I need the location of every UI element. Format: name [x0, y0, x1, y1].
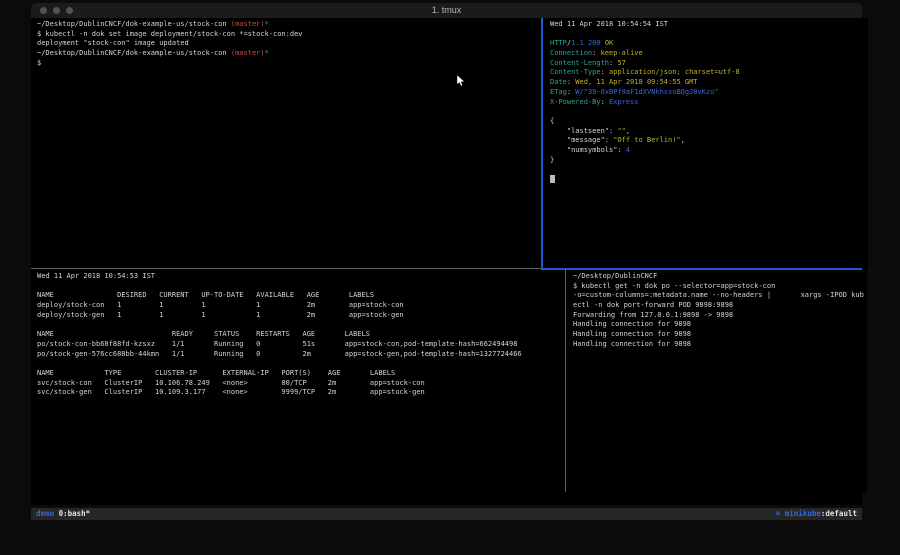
- terminal-line: deployment "stock-con" image updated: [37, 39, 546, 49]
- tmux-content: ~/Desktop/DublinCNCF/dok-example-us/stoc…: [31, 18, 862, 493]
- terminal-line: Connection: keep-alive: [550, 49, 868, 59]
- terminal-line: {: [550, 117, 868, 127]
- pane-bottom-right-port-forward[interactable]: ~/Desktop/DublinCNCF$ kubectl get -n dok…: [567, 270, 867, 493]
- terminal-line: Forwarding from 127.0.0.1:9898 -> 9898: [573, 311, 867, 321]
- terminal-line: X-Powered-By: Express: [550, 98, 868, 108]
- terminal-line: po/stock-con-bb68f88fd-kzsxz 1/1 Running…: [37, 340, 570, 350]
- terminal-line: [550, 165, 868, 175]
- minimize-button[interactable]: [53, 7, 60, 14]
- terminal-line: [550, 175, 868, 185]
- window-tab-bash[interactable]: 0:bash*: [54, 509, 90, 518]
- tmux-status-bar: demo 0:bash* ☸ minikube:default: [31, 508, 862, 520]
- terminal-line: }: [550, 156, 868, 166]
- terminal-line: NAME READY STATUS RESTARTS AGE LABELS: [37, 330, 570, 340]
- terminal-window: 1. tmux ~/Desktop/DublinCNCF/dok-example…: [31, 3, 862, 505]
- terminal-line: [37, 320, 570, 330]
- terminal-line: "lastseen": "",: [550, 127, 868, 137]
- terminal-line: "numsymbols": 4: [550, 146, 868, 156]
- terminal-line: ectl -n dok port-forward POD 9898:9898: [573, 301, 867, 311]
- terminal-line: [550, 30, 868, 40]
- terminal-line: svc/stock-con ClusterIP 10.106.78.249 <n…: [37, 379, 570, 389]
- terminal-line: Date: Wed, 11 Apr 2018 09:54:55 GMT: [550, 78, 868, 88]
- terminal-line: [37, 359, 570, 369]
- terminal-line: deploy/stock-con 1 1 1 1 2m app=stock-co…: [37, 301, 570, 311]
- terminal-line: Content-Length: 57: [550, 59, 868, 69]
- mouse-cursor: [456, 75, 466, 87]
- terminal-line: [550, 107, 868, 117]
- terminal-line: -o=custom-columns=:metadata.name --no-he…: [573, 291, 867, 301]
- session-name: demo: [36, 509, 54, 518]
- terminal-line: Handling connection for 9898: [573, 320, 867, 330]
- pane-top-left-shell[interactable]: ~/Desktop/DublinCNCF/dok-example-us/stoc…: [31, 18, 546, 269]
- pane-bottom-left-kubectl-get[interactable]: Wed 11 Apr 2018 10:54:53 IST NAME DESIRE…: [31, 270, 570, 493]
- terminal-line: po/stock-gen-576cc688bb-44kmn 1/1 Runnin…: [37, 350, 570, 360]
- terminal-line: ~/Desktop/DublinCNCF/dok-example-us/stoc…: [37, 49, 546, 59]
- terminal-line: deploy/stock-gen 1 1 1 1 2m app=stock-ge…: [37, 311, 570, 321]
- terminal-line: Handling connection for 9898: [573, 330, 867, 340]
- terminal-line: svc/stock-gen ClusterIP 10.109.3.177 <no…: [37, 388, 570, 398]
- terminal-line: ~/Desktop/DublinCNCF/dok-example-us/stoc…: [37, 20, 546, 30]
- terminal-line: Wed 11 Apr 2018 10:54:54 IST: [550, 20, 868, 30]
- terminal-line: Handling connection for 9898: [573, 340, 867, 350]
- kube-context: minikube: [785, 509, 821, 518]
- terminal-line: NAME DESIRED CURRENT UP-TO-DATE AVAILABL…: [37, 291, 570, 301]
- window-title: 1. tmux: [31, 3, 862, 18]
- pane-divider-horizontal-right[interactable]: [541, 268, 862, 270]
- kube-namespace: :default: [821, 509, 857, 518]
- terminal-line: NAME TYPE CLUSTER-IP EXTERNAL-IP PORT(S)…: [37, 369, 570, 379]
- terminal-line: $: [37, 59, 546, 69]
- terminal-line: "message": "Off to Berlin!",: [550, 136, 868, 146]
- terminal-line: Wed 11 Apr 2018 10:54:53 IST: [37, 272, 570, 282]
- traffic-lights: [40, 7, 73, 14]
- kubernetes-helm-icon: ☸: [776, 509, 785, 518]
- status-left: demo 0:bash*: [36, 508, 90, 520]
- pane-top-right-http-response[interactable]: Wed 11 Apr 2018 10:54:54 IST HTTP/1.1 20…: [543, 18, 868, 269]
- pane-divider-vertical-top[interactable]: [541, 18, 543, 269]
- terminal-cursor: [550, 175, 555, 183]
- terminal-line: $ kubectl get -n dok po --selector=app=s…: [573, 282, 867, 292]
- title-bar: 1. tmux: [31, 3, 862, 18]
- status-right: ☸ minikube:default: [776, 508, 857, 520]
- terminal-line: ~/Desktop/DublinCNCF: [573, 272, 867, 282]
- terminal-line: ETag: W/"39-0xBPf9aF1dXVNkhsxoBQgJ8vKzo": [550, 88, 868, 98]
- pane-divider-vertical-bottom[interactable]: [565, 270, 566, 492]
- zoom-button[interactable]: [66, 7, 73, 14]
- terminal-line: $ kubectl -n dok set image deployment/st…: [37, 30, 546, 40]
- terminal-line: HTTP/1.1 200 OK: [550, 39, 868, 49]
- terminal-line: Content-Type: application/json; charset=…: [550, 68, 868, 78]
- close-button[interactable]: [40, 7, 47, 14]
- terminal-line: [37, 282, 570, 292]
- pane-divider-horizontal-left[interactable]: [31, 268, 541, 269]
